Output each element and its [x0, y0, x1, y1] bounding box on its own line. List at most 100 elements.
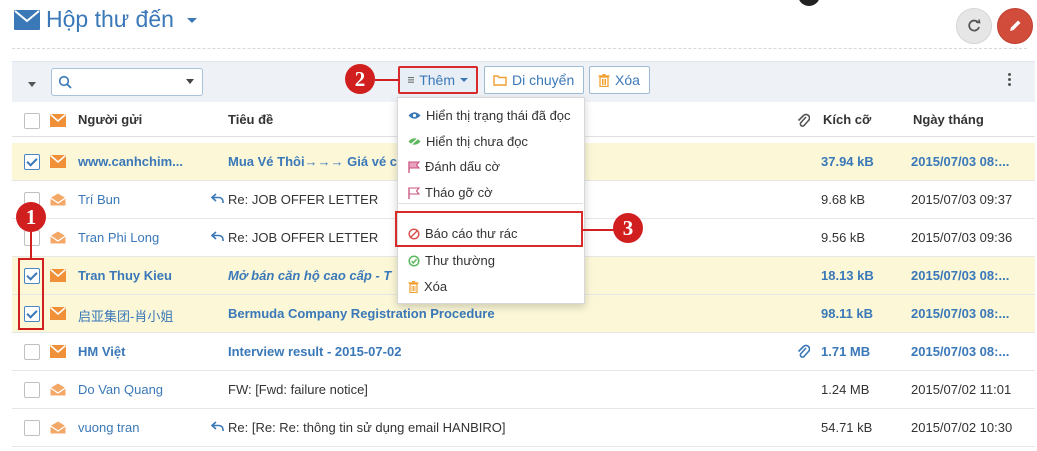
pencil-icon — [1010, 20, 1021, 31]
row-subject[interactable]: Re: [Re: Re: thông tin sử dụng email HAN… — [228, 420, 506, 435]
eye-slash-icon — [408, 137, 421, 146]
unread-envelope-icon — [50, 307, 66, 320]
row-subject[interactable]: Re: JOB OFFER LETTER — [228, 230, 378, 245]
row-subject[interactable]: Mua Vé Thôi→→→ Giá vé ch — [228, 154, 405, 169]
unread-envelope-icon — [50, 345, 66, 358]
row-date: 2015/07/03 09:37 — [911, 192, 1013, 207]
row-date: 2015/07/03 08:... — [911, 154, 1010, 169]
read-envelope-icon — [50, 231, 66, 244]
select-all-dropdown-icon[interactable] — [28, 82, 36, 87]
mail-row[interactable]: vuong tran Re: [Re: Re: thông tin sử dụn… — [12, 409, 1035, 447]
check-circle-icon — [408, 254, 420, 267]
menu-lines-icon — [408, 77, 415, 83]
row-date: 2015/07/03 08:... — [911, 344, 1010, 359]
column-subject[interactable]: Tiêu đề — [228, 112, 273, 127]
row-sender[interactable]: HM Việt — [78, 344, 125, 359]
menu-item-label: Hiển thị chưa đọc — [426, 134, 528, 149]
menu-item-unflag[interactable]: Tháo gỡ cờ — [408, 185, 493, 200]
row-size: 9.56 kB — [821, 230, 866, 245]
row-sender[interactable]: Trí Bun — [78, 192, 120, 207]
row-date: 2015/07/02 10:30 — [911, 420, 1013, 435]
row-checkbox[interactable] — [24, 382, 40, 398]
flag-outline-icon — [408, 187, 420, 199]
row-sender[interactable]: Tran Thuy Kieu — [78, 268, 172, 283]
read-envelope-icon — [50, 193, 66, 206]
row-sender[interactable]: 启亚集团-肖小姐 — [78, 306, 173, 325]
search-input[interactable] — [51, 68, 203, 96]
menu-item-label: Hiển thị trạng thái đã đọc — [426, 108, 571, 123]
folder-icon — [493, 75, 507, 86]
page-title[interactable]: Hộp thư đến — [46, 6, 174, 33]
more-actions-menu: Hiển thị trạng thái đã đọc Hiển thị chưa… — [397, 97, 585, 304]
menu-item-label: Đánh dấu cờ — [425, 159, 501, 174]
row-date: 2015/07/03 09:36 — [911, 230, 1013, 245]
row-size: 18.13 kB — [821, 268, 874, 283]
row-subject[interactable]: Re: JOB OFFER LETTER — [228, 192, 378, 207]
attachment-icon — [797, 344, 810, 358]
row-checkbox[interactable] — [24, 230, 40, 246]
search-options-chevron-icon[interactable] — [186, 79, 194, 84]
menu-item-show-unread[interactable]: Hiển thị chưa đọc — [408, 134, 528, 149]
eye-icon — [408, 112, 421, 119]
more-chevron-icon — [460, 78, 468, 82]
select-all-checkbox[interactable] — [24, 113, 40, 129]
header-envelope-icon — [50, 113, 66, 130]
row-sender[interactable]: Tran Phi Long — [78, 230, 159, 245]
row-subject[interactable]: Interview result - 2015-07-02 — [228, 344, 401, 359]
row-date: 2015/07/03 08:... — [911, 306, 1010, 321]
mail-row[interactable]: HM Việt Interview result - 2015-07-02 1.… — [12, 333, 1035, 371]
header-divider — [12, 48, 1027, 49]
attachment-column-icon — [796, 112, 811, 131]
reply-icon — [211, 193, 224, 203]
reply-icon — [211, 421, 224, 431]
more-vertical-icon[interactable] — [1008, 73, 1011, 88]
row-sender[interactable]: www.canhchim... — [78, 154, 183, 169]
search-icon — [58, 75, 72, 89]
more-actions-button[interactable]: Thêm — [398, 66, 478, 94]
trash-icon — [408, 280, 419, 293]
flag-icon — [408, 161, 420, 173]
row-checkbox[interactable] — [24, 154, 40, 170]
callout-3-badge: 3 — [613, 213, 643, 243]
column-size[interactable]: Kích cỡ — [823, 112, 871, 127]
row-subject[interactable]: FW: [Fwd: failure notice] — [228, 382, 368, 397]
spam-highlight-box — [395, 211, 583, 247]
compose-button[interactable] — [997, 8, 1033, 44]
read-envelope-icon — [50, 421, 66, 434]
row-date: 2015/07/03 08:... — [911, 268, 1010, 283]
move-button[interactable]: Di chuyển — [484, 66, 584, 94]
row-subject[interactable]: Mở bán căn hộ cao cấp - T — [228, 268, 391, 283]
callout-1-connector — [30, 230, 32, 260]
menu-item-show-read[interactable]: Hiển thị trạng thái đã đọc — [408, 108, 571, 123]
row-size: 98.11 kB — [821, 306, 874, 321]
callout-2-connector — [375, 79, 399, 81]
menu-item-flag[interactable]: Đánh dấu cờ — [408, 159, 500, 174]
unread-envelope-icon — [50, 155, 66, 168]
row-sender[interactable]: vuong tran — [78, 420, 139, 435]
menu-item-not-spam[interactable]: Thư thường — [408, 253, 495, 268]
delete-button[interactable]: Xóa — [589, 66, 650, 94]
row-subject[interactable]: Bermuda Company Registration Procedure — [228, 306, 495, 321]
row-size: 1.71 MB — [821, 344, 871, 359]
row-checkbox[interactable] — [24, 344, 40, 360]
menu-item-delete[interactable]: Xóa — [408, 279, 447, 294]
menu-item-label: Thư thường — [425, 253, 496, 268]
title-chevron-down-icon[interactable] — [187, 18, 197, 23]
refresh-button[interactable] — [956, 8, 992, 44]
column-date[interactable]: Ngày tháng — [913, 112, 984, 127]
more-actions-label: Thêm — [419, 72, 455, 88]
mail-row[interactable]: Do Van Quang FW: [Fwd: failure notice] 1… — [12, 371, 1035, 409]
row-sender[interactable]: Do Van Quang — [78, 382, 163, 397]
row-date: 2015/07/02 11:01 — [911, 382, 1012, 397]
move-label: Di chuyển — [512, 72, 575, 88]
menu-item-label: Xóa — [424, 279, 448, 294]
delete-label: Xóa — [615, 72, 640, 88]
refresh-icon — [968, 19, 981, 32]
row-size: 1.24 MB — [821, 382, 870, 397]
trash-icon — [598, 73, 610, 87]
row-checkbox[interactable] — [24, 420, 40, 436]
reply-icon — [211, 231, 224, 241]
inbox-envelope-icon — [14, 10, 40, 33]
column-sender[interactable]: Người gửi — [78, 112, 142, 127]
callout-3-connector — [582, 229, 614, 231]
